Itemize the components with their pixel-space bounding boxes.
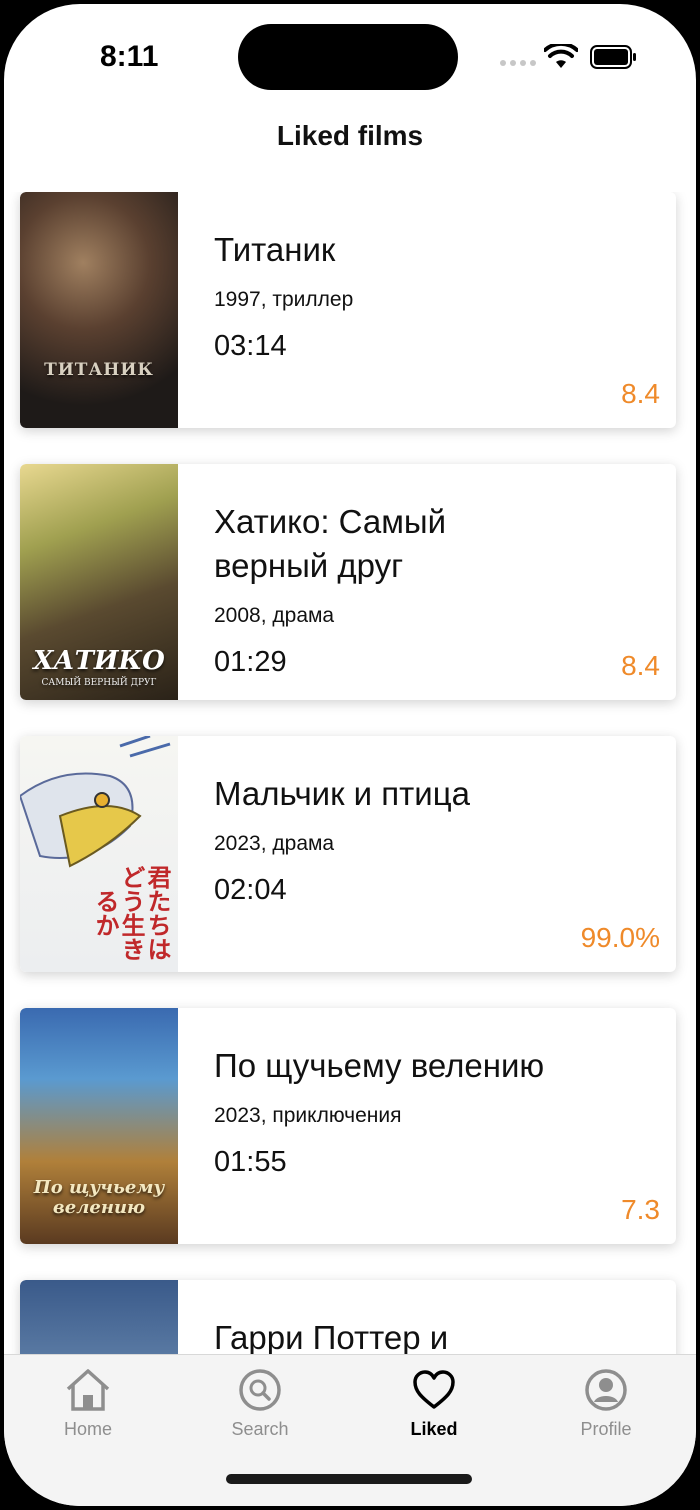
film-title: Титаник bbox=[214, 231, 336, 268]
page-title: Liked films bbox=[276, 120, 424, 151]
film-meta: 2008, драма bbox=[214, 604, 335, 627]
film-meta: 2023, драма bbox=[214, 832, 335, 855]
device-frame: 8:11 Liked films ТИТАНИК Титаник 1997, т… bbox=[0, 0, 700, 1510]
home-indicator[interactable] bbox=[226, 1474, 472, 1484]
film-duration: 02:04 bbox=[214, 874, 287, 906]
film-title: Мальчик и птица bbox=[214, 775, 470, 812]
liked-films-list[interactable]: ТИТАНИК Титаник 1997, триллер 03:14 8.4 … bbox=[4, 192, 696, 1358]
tab-label: Profile bbox=[580, 1419, 632, 1439]
battery-icon bbox=[590, 45, 636, 69]
film-poster: ТИТАНИК bbox=[20, 192, 178, 428]
status-time: 8:11 bbox=[100, 40, 159, 73]
tab-label: Search bbox=[231, 1419, 289, 1439]
poster-title: 君たちはどう生きるか bbox=[91, 865, 172, 961]
poster-subtitle: САМЫЙ ВЕРНЫЙ ДРУГ bbox=[41, 678, 157, 688]
film-rating: 8.4 bbox=[621, 378, 660, 409]
film-poster bbox=[20, 1280, 178, 1358]
film-title: Гарри Поттер и bbox=[214, 1319, 449, 1356]
tab-label: Liked bbox=[410, 1419, 458, 1439]
tab-liked[interactable]: Liked bbox=[374, 1367, 494, 1440]
wifi-icon bbox=[544, 44, 578, 68]
film-poster: 君たちはどう生きるか bbox=[20, 736, 178, 972]
film-poster: ХАТИКО САМЫЙ ВЕРНЫЙ ДРУГ bbox=[20, 464, 178, 700]
profile-icon bbox=[585, 1369, 627, 1411]
film-card[interactable]: ТИТАНИК Титаник 1997, триллер 03:14 8.4 bbox=[20, 192, 676, 428]
tab-search[interactable]: Search bbox=[200, 1367, 320, 1440]
film-duration: 01:55 bbox=[214, 1146, 287, 1178]
film-duration: 03:14 bbox=[214, 330, 287, 362]
screen: 8:11 Liked films ТИТАНИК Титаник 1997, т… bbox=[4, 4, 696, 1506]
dynamic-island bbox=[238, 24, 458, 90]
tab-home[interactable]: Home bbox=[28, 1367, 148, 1440]
film-card[interactable]: ХАТИКО САМЫЙ ВЕРНЫЙ ДРУГ Хатико: Самый в… bbox=[20, 464, 676, 700]
film-meta: 1997, триллер bbox=[214, 288, 354, 311]
film-title: Хатико: Самый верный друг bbox=[214, 503, 447, 584]
home-icon bbox=[66, 1369, 110, 1411]
film-duration: 01:29 bbox=[214, 646, 287, 678]
poster-title: ТИТАНИК bbox=[44, 360, 154, 380]
film-rating: 7.3 bbox=[621, 1194, 660, 1225]
poster-title: ХАТИКО bbox=[33, 646, 165, 676]
film-card[interactable]: 君たちはどう生きるか Мальчик и птица 2023, драма 0… bbox=[20, 736, 676, 972]
film-card[interactable]: Гарри Поттер и bbox=[20, 1280, 676, 1358]
film-rating: 99.0% bbox=[580, 922, 660, 953]
poster-title: По щучьему велению bbox=[33, 1177, 165, 1218]
heart-icon bbox=[413, 1370, 455, 1409]
film-rating: 8.4 bbox=[621, 650, 660, 681]
film-meta: 2023, приключения bbox=[214, 1104, 402, 1127]
film-title: По щучьему велению bbox=[214, 1047, 545, 1084]
signal-icon bbox=[500, 60, 536, 66]
tab-label: Home bbox=[63, 1419, 112, 1439]
search-icon bbox=[239, 1369, 281, 1411]
tab-profile[interactable]: Profile bbox=[546, 1367, 666, 1440]
status-bar: 8:11 bbox=[4, 4, 696, 114]
film-card[interactable]: По щучьему велению По щучьему велению 20… bbox=[20, 1008, 676, 1244]
film-poster: По щучьему велению bbox=[20, 1008, 178, 1244]
